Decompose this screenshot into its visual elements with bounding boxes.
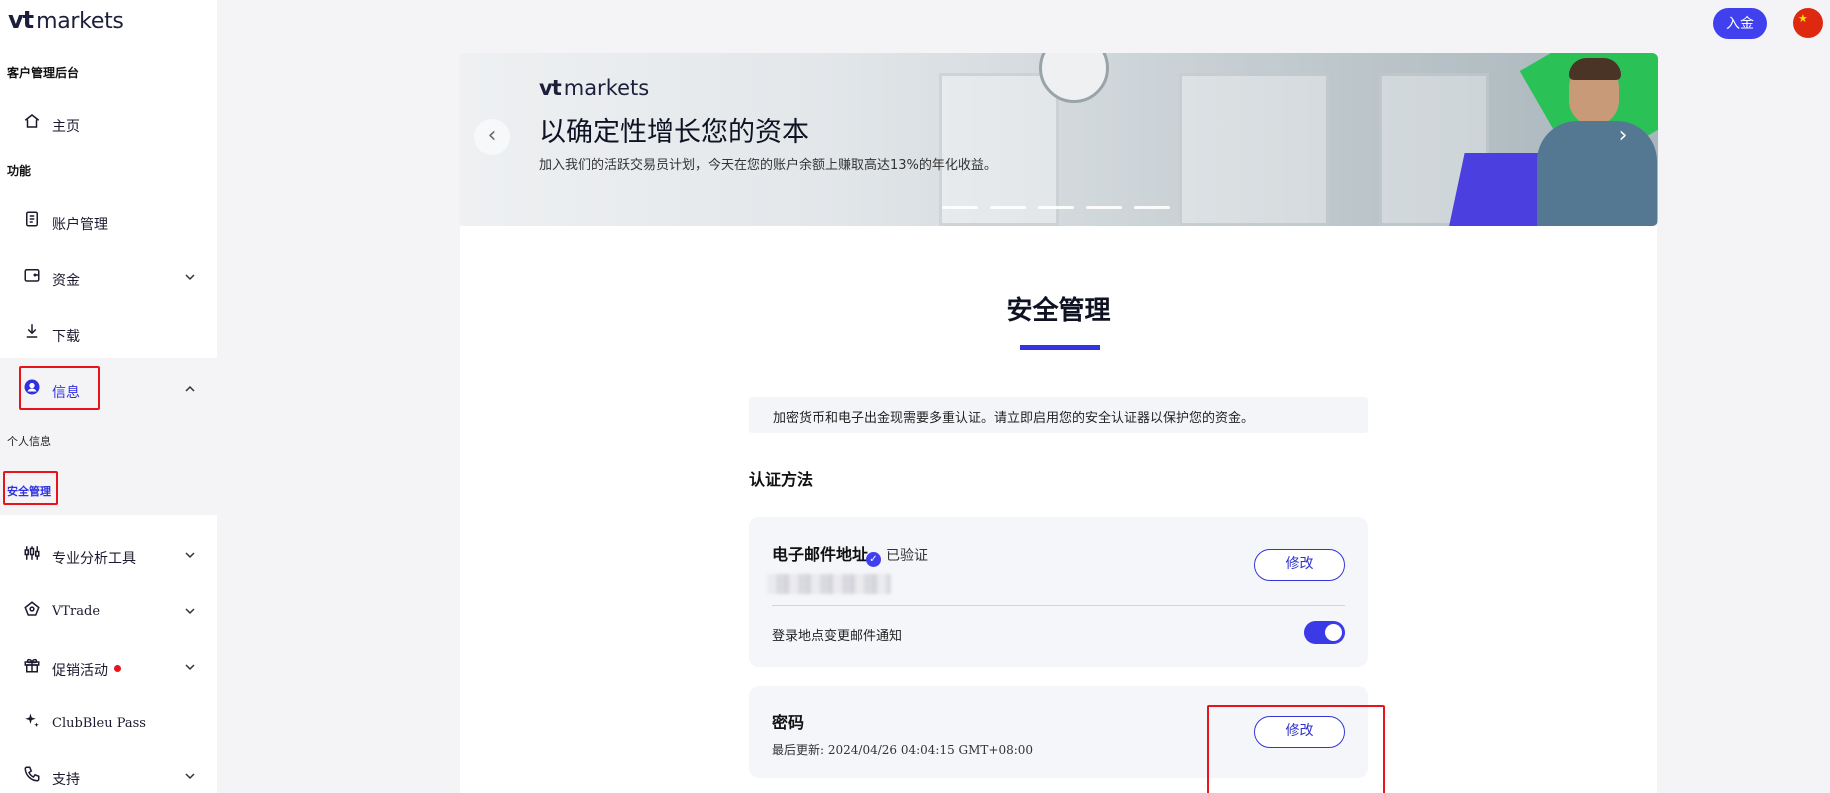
banner-logo-vt: vt bbox=[539, 76, 562, 100]
gift-icon bbox=[23, 656, 41, 674]
password-last-updated: 最后更新: 2024/04/26 04:04:15 GMT+08:00 bbox=[772, 743, 1034, 757]
deposit-button[interactable]: 入金 bbox=[1713, 8, 1767, 39]
sidebar-item-funds[interactable]: 资金 bbox=[0, 254, 217, 302]
section-portal-heading: 客户管理后台 bbox=[7, 66, 80, 80]
banner-dot[interactable] bbox=[990, 206, 1026, 209]
page-title: 安全管理 bbox=[1006, 296, 1111, 326]
banner-bg-window bbox=[1179, 73, 1329, 226]
sidebar-item-label: 支持 bbox=[52, 772, 80, 788]
banner-next-button[interactable]: › bbox=[1605, 119, 1641, 155]
sparkle-icon bbox=[23, 712, 41, 730]
sidebar-item-clubbleu[interactable]: ClubBleu Pass bbox=[0, 700, 217, 748]
masked-email bbox=[767, 574, 891, 594]
card-divider bbox=[772, 605, 1345, 606]
app-root: vt markets 客户管理后台 主页 功能 账户管理 资金 下载 信息 个人… bbox=[0, 0, 1830, 793]
brand-logo[interactable]: vt markets bbox=[8, 6, 124, 34]
sidebar-item-label: 资金 bbox=[52, 273, 80, 289]
candlestick-icon bbox=[23, 544, 41, 562]
mfa-notice: 加密货币和电子出金现需要多重认证。请立即启用您的安全认证器以保护您的资金。 bbox=[749, 397, 1368, 433]
sidebar-item-download[interactable]: 下载 bbox=[0, 310, 217, 358]
phone-icon bbox=[23, 765, 41, 783]
chevron-down-icon[interactable] bbox=[184, 602, 196, 615]
login-notify-toggle[interactable] bbox=[1304, 621, 1345, 644]
banner-dot[interactable] bbox=[1134, 206, 1170, 209]
vtrade-icon bbox=[23, 600, 41, 618]
login-notify-label: 登录地点变更邮件通知 bbox=[772, 629, 903, 644]
password-card-title: 密码 bbox=[772, 713, 805, 732]
banner-logo-word: markets bbox=[563, 76, 650, 100]
sidebar-item-label: 账户管理 bbox=[52, 217, 108, 233]
sidebar-item-promotions[interactable]: 促销活动 bbox=[0, 644, 217, 692]
logo-word: markets bbox=[36, 9, 124, 34]
language-flag-icon[interactable]: ★ bbox=[1793, 8, 1823, 38]
highlight-box-security bbox=[3, 471, 58, 505]
sidebar-item-label: 主页 bbox=[52, 119, 80, 135]
sidebar-item-label: 专业分析工具 bbox=[52, 551, 136, 567]
sidebar-item-vtrade[interactable]: VTrade bbox=[0, 588, 217, 636]
section-features-heading: 功能 bbox=[7, 164, 32, 178]
banner-subtitle: 加入我们的活跃交易员计划，今天在您的账户余额上赚取高达13%的年化收益。 bbox=[539, 158, 997, 173]
banner-dot[interactable] bbox=[1038, 206, 1074, 209]
banner-dot[interactable] bbox=[1086, 206, 1122, 209]
sidebar-item-label: VTrade bbox=[52, 604, 101, 619]
home-icon bbox=[23, 112, 41, 130]
logo-vt: vt bbox=[8, 6, 34, 34]
sidebar-item-account-management[interactable]: 账户管理 bbox=[0, 198, 217, 246]
sidebar-item-label: ClubBleu Pass bbox=[52, 716, 146, 731]
sidebar-item-analysis-tools[interactable]: 专业分析工具 bbox=[0, 532, 217, 580]
promo-banner[interactable]: vt markets 以确定性增长您的资本 加入我们的活跃交易员计划，今天在您的账… bbox=[459, 53, 1658, 226]
highlight-box-info bbox=[19, 366, 100, 410]
banner-prev-button[interactable]: ‹ bbox=[474, 119, 510, 155]
download-icon bbox=[23, 322, 41, 340]
banner-bg-window bbox=[939, 73, 1059, 226]
flag-star: ★ bbox=[1798, 12, 1808, 25]
chevron-up-icon[interactable] bbox=[184, 380, 196, 392]
document-icon bbox=[23, 210, 41, 228]
sidebar-item-label: 下载 bbox=[52, 329, 80, 345]
sidebar: vt markets 客户管理后台 主页 功能 账户管理 资金 下载 信息 个人… bbox=[0, 0, 217, 793]
auth-methods-heading: 认证方法 bbox=[749, 470, 814, 489]
highlight-box-password-edit bbox=[1207, 705, 1385, 793]
notification-dot bbox=[114, 665, 121, 672]
sidebar-item-home[interactable]: 主页 bbox=[0, 100, 217, 148]
chevron-down-icon[interactable] bbox=[184, 767, 196, 780]
email-card-title: 电子邮件地址 bbox=[772, 545, 869, 564]
chevron-down-icon[interactable] bbox=[184, 546, 196, 559]
edit-email-button[interactable]: 修改 bbox=[1254, 549, 1345, 581]
check-circle-icon: ✓ bbox=[866, 552, 881, 567]
security-content: 安全管理 加密货币和电子出金现需要多重认证。请立即启用您的安全认证器以保护您的资… bbox=[460, 226, 1657, 793]
sidebar-item-label: 促销活动 bbox=[52, 663, 108, 679]
banner-title: 以确定性增长您的资本 bbox=[539, 117, 809, 148]
sidebar-item-support[interactable]: 支持 bbox=[0, 753, 217, 793]
verified-label: 已验证 bbox=[886, 548, 928, 564]
title-underline bbox=[1020, 345, 1100, 350]
verified-status: ✓ 已验证 bbox=[866, 545, 928, 567]
email-card: 电子邮件地址 ✓ 已验证 修改 登录地点变更邮件通知 bbox=[749, 517, 1368, 667]
chevron-down-icon[interactable] bbox=[184, 268, 196, 281]
chevron-down-icon[interactable] bbox=[184, 658, 196, 671]
banner-logo: vt markets bbox=[539, 76, 649, 100]
banner-dot[interactable] bbox=[942, 206, 978, 209]
sidebar-subitem-personal-info[interactable]: 个人信息 bbox=[7, 433, 51, 449]
wallet-icon bbox=[23, 266, 41, 284]
toggle-knob bbox=[1325, 624, 1342, 641]
